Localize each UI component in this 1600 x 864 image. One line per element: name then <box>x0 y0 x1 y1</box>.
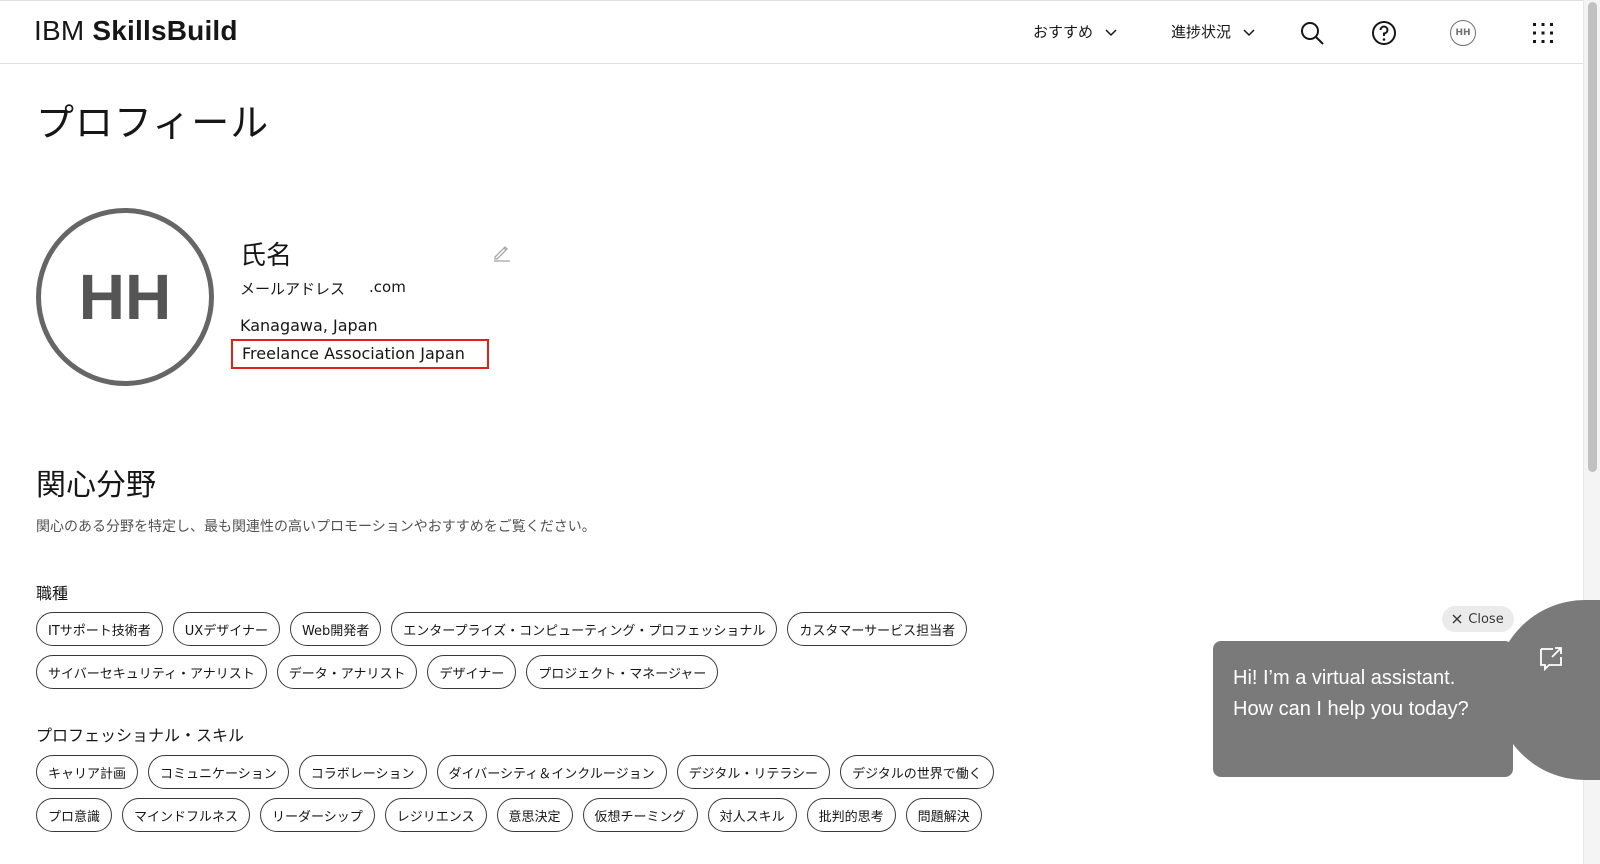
interests-title: 関心分野 <box>36 468 156 503</box>
brand-ibm: IBM <box>34 15 85 46</box>
assistant-message-bubble: Hi! I’m a virtual assistant. How can I h… <box>1213 641 1513 777</box>
tag-skill[interactable]: 仮想チーミング <box>582 798 698 832</box>
interests-description: 関心のある分野を特定し、最も関連性の高いプロモーションやおすすめをご覧ください。 <box>36 519 596 535</box>
email-value: .com <box>369 278 406 296</box>
brand-logo[interactable]: IBM SkillsBuild <box>34 15 238 47</box>
tag-skill[interactable]: プロ意識 <box>36 798 113 832</box>
close-icon <box>1452 614 1462 624</box>
job-roles-row-2: サイバーセキュリティ・アナリスト データ・アナリスト デザイナー プロジェクト・… <box>36 655 719 689</box>
nav-recommended-label: おすすめ <box>1033 23 1094 41</box>
tag-skill[interactable]: デジタル・リテラシー <box>676 755 831 789</box>
help-icon <box>1372 21 1396 45</box>
chat-launch-icon[interactable] <box>1538 645 1564 671</box>
assistant-close-button[interactable]: Close <box>1442 606 1514 632</box>
top-navigation: IBM SkillsBuild おすすめ 進捗状況 HH <box>0 0 1583 64</box>
tag-job-role[interactable]: プロジェクト・マネージャー <box>526 655 719 689</box>
tag-job-role[interactable]: カスタマーサービス担当者 <box>787 612 968 646</box>
tag-skill[interactable]: 対人スキル <box>707 798 797 832</box>
tag-skill[interactable]: 問題解決 <box>905 798 982 832</box>
job-roles-row-1: ITサポート技術者 UXデザイナー Web開発者 エンタープライズ・コンピューテ… <box>36 612 968 646</box>
email-row: メールアドレス .com <box>240 278 406 299</box>
location-text: Kanagawa, Japan <box>240 316 378 335</box>
page: IBM SkillsBuild おすすめ 進捗状況 HH プロフィール HH 氏… <box>0 0 1600 864</box>
search-button[interactable] <box>1294 15 1330 51</box>
tag-job-role[interactable]: Web開発者 <box>289 612 382 646</box>
help-button[interactable] <box>1366 15 1402 51</box>
tag-job-role[interactable]: ITサポート技術者 <box>36 612 163 646</box>
tag-skill[interactable]: コラボレーション <box>298 755 427 789</box>
job-roles-label: 職種 <box>36 584 69 603</box>
profile-avatar: HH <box>36 208 214 386</box>
tag-skill[interactable]: コミュニケーション <box>148 755 289 789</box>
tag-skill[interactable]: デジタルの世界で働く <box>840 755 994 789</box>
name-label: 氏名 <box>240 241 293 271</box>
tag-job-role[interactable]: データ・アナリスト <box>276 655 418 689</box>
tag-skill[interactable]: キャリア計画 <box>36 755 139 789</box>
page-title: プロフィール <box>36 101 270 145</box>
tag-skill[interactable]: マインドフルネス <box>122 798 251 832</box>
brand-skillsbuild: SkillsBuild <box>92 15 238 46</box>
email-label: メールアドレス <box>240 280 346 298</box>
tag-skill[interactable]: リーダーシップ <box>260 798 375 832</box>
app-switcher-button[interactable] <box>1525 15 1561 51</box>
chevron-down-icon <box>1243 28 1255 36</box>
tag-skill[interactable]: ダイバーシティ＆インクルージョン <box>436 755 667 789</box>
user-menu-button[interactable]: HH <box>1445 15 1481 51</box>
tag-skill[interactable]: 批判的思考 <box>806 798 896 832</box>
tag-job-role[interactable]: エンタープライズ・コンピューティング・プロフェッショナル <box>391 612 778 646</box>
nav-progress-dropdown[interactable]: 進捗状況 <box>1171 21 1257 42</box>
nav-recommended-dropdown[interactable]: おすすめ <box>1033 21 1119 42</box>
search-icon <box>1301 22 1324 45</box>
organization-text: Freelance Association Japan <box>231 339 489 369</box>
chevron-down-icon <box>1105 28 1117 36</box>
app-switcher-icon <box>1533 23 1553 43</box>
scrollbar-thumb[interactable] <box>1588 2 1597 472</box>
nav-progress-label: 進捗状況 <box>1171 23 1232 41</box>
avatar: HH <box>1450 20 1476 46</box>
tag-job-role[interactable]: デザイナー <box>427 655 517 689</box>
skills-label: プロフェッショナル・スキル <box>36 726 245 745</box>
tag-job-role[interactable]: サイバーセキュリティ・アナリスト <box>36 655 267 689</box>
tag-job-role[interactable]: UXデザイナー <box>172 612 280 646</box>
assistant-close-label: Close <box>1468 611 1504 627</box>
skills-row-2: プロ意識 マインドフルネス リーダーシップ レジリエンス 意思決定 仮想チーミン… <box>36 798 982 832</box>
skills-row-1: キャリア計画 コミュニケーション コラボレーション ダイバーシティ＆インクルージ… <box>36 755 994 789</box>
edit-icon[interactable] <box>492 242 512 262</box>
tag-skill[interactable]: レジリエンス <box>384 798 487 832</box>
tag-skill[interactable]: 意思決定 <box>496 798 573 832</box>
